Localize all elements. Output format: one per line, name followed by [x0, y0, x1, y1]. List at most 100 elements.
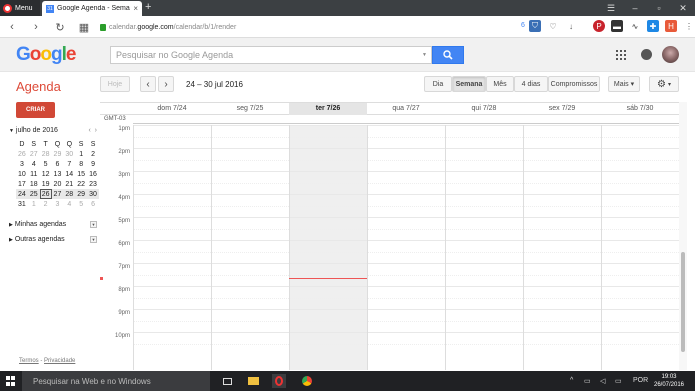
- mini-day[interactable]: 9: [87, 159, 99, 169]
- plus-extension-icon[interactable]: ✚: [647, 20, 659, 32]
- taskbar-search-input[interactable]: Pesquisar na Web e no Windows: [22, 371, 210, 391]
- search-options-icon[interactable]: ▼: [422, 52, 427, 58]
- browser-tab[interactable]: 31 Google Agenda - Semana ×: [42, 1, 142, 16]
- mini-calendar-nav[interactable]: ‹ ›: [88, 127, 97, 134]
- mini-day[interactable]: 4: [63, 199, 75, 209]
- mini-day[interactable]: 30: [87, 189, 99, 199]
- download-icon[interactable]: ↓: [565, 20, 577, 32]
- mini-day[interactable]: 17: [16, 179, 28, 189]
- mini-day[interactable]: 24: [16, 189, 28, 199]
- time-grid[interactable]: 1pm 2pm 3pm 4pm 5pm 6pm 7pm 8pm 9pm 10pm: [100, 125, 679, 370]
- day-header[interactable]: dom 7/24: [133, 103, 211, 115]
- privacy-link[interactable]: Privacidade: [44, 358, 75, 364]
- mini-day[interactable]: 22: [75, 179, 87, 189]
- mini-day[interactable]: 30: [63, 149, 75, 159]
- mini-day[interactable]: 15: [75, 169, 87, 179]
- input-language[interactable]: POR: [633, 377, 648, 384]
- day-header[interactable]: seg 7/25: [211, 103, 289, 115]
- apps-grid-icon[interactable]: [616, 50, 626, 60]
- search-button[interactable]: [432, 46, 464, 64]
- pinterest-icon[interactable]: P: [593, 20, 605, 32]
- mini-day[interactable]: 31: [16, 199, 28, 209]
- mini-day[interactable]: 7: [63, 159, 75, 169]
- create-event-button[interactable]: CRIAR: [16, 102, 55, 118]
- browser-menu-icon[interactable]: ⋮: [683, 20, 695, 32]
- mini-day[interactable]: 2: [40, 199, 52, 209]
- mini-day[interactable]: 23: [87, 179, 99, 189]
- mini-day[interactable]: 5: [75, 199, 87, 209]
- task-view-icon[interactable]: [220, 374, 234, 388]
- mini-day[interactable]: 28: [40, 149, 52, 159]
- scrollbar-thumb[interactable]: [681, 252, 685, 352]
- network-icon[interactable]: ▭: [584, 377, 591, 385]
- terms-link[interactable]: Termos: [19, 358, 39, 364]
- file-explorer-icon[interactable]: [246, 374, 260, 388]
- my-calendars-menu-icon[interactable]: ▼: [90, 221, 97, 228]
- mini-day[interactable]: 25: [27, 189, 40, 199]
- url-field[interactable]: calendar.google.com/calendar/b/1/render: [100, 19, 540, 35]
- mini-day[interactable]: 19: [40, 179, 52, 189]
- mini-day[interactable]: 3: [52, 199, 64, 209]
- mini-day[interactable]: 1: [28, 199, 40, 209]
- more-button[interactable]: Mais ▾: [608, 76, 640, 92]
- calendar-search-input[interactable]: Pesquisar no Google Agenda ▼: [110, 46, 432, 64]
- avatar[interactable]: [662, 46, 679, 63]
- mini-day[interactable]: 4: [28, 159, 40, 169]
- mini-day[interactable]: 29: [52, 149, 64, 159]
- opera-taskbar-icon[interactable]: [272, 374, 286, 388]
- speed-dial-icon[interactable]: ▦: [76, 19, 92, 35]
- pulse-icon[interactable]: ∿: [629, 20, 641, 32]
- mini-day[interactable]: 16: [87, 169, 99, 179]
- minimize-icon[interactable]: –: [623, 0, 647, 16]
- mini-day[interactable]: 13: [52, 169, 64, 179]
- mini-day[interactable]: 21: [63, 179, 75, 189]
- message-icon[interactable]: ▭: [615, 377, 622, 385]
- reload-icon[interactable]: ↻: [52, 19, 68, 35]
- view-week-button[interactable]: Semana: [452, 76, 486, 92]
- mini-day[interactable]: 26: [16, 149, 28, 159]
- day-header[interactable]: sáb 7/30: [601, 103, 679, 115]
- mini-day[interactable]: 29: [75, 189, 88, 199]
- view-agenda-button[interactable]: Compromissos: [548, 76, 600, 92]
- settings-button[interactable]: ⚙ ▾: [649, 76, 679, 92]
- forward-icon[interactable]: ›: [28, 19, 44, 35]
- prev-week-button[interactable]: ‹: [140, 76, 156, 92]
- close-window-icon[interactable]: ✕: [671, 0, 695, 16]
- collapse-triangle-icon[interactable]: ▼: [9, 128, 14, 134]
- mini-day[interactable]: 12: [40, 169, 52, 179]
- mini-day[interactable]: 8: [75, 159, 87, 169]
- day-header[interactable]: qui 7/28: [445, 103, 523, 115]
- tray-chevron-icon[interactable]: ^: [570, 377, 573, 384]
- shield-icon[interactable]: ⛉: [529, 20, 541, 32]
- heart-icon[interactable]: ♡: [547, 20, 559, 32]
- day-header[interactable]: sex 7/29: [523, 103, 601, 115]
- mini-day[interactable]: 6: [52, 159, 64, 169]
- opera-menu-button[interactable]: Menu: [0, 0, 40, 16]
- close-tab-icon[interactable]: ×: [133, 4, 138, 13]
- system-clock[interactable]: 19:03 26/07/2016: [651, 373, 687, 389]
- grid-scrollbar[interactable]: [679, 102, 687, 370]
- mini-day[interactable]: 1: [75, 149, 87, 159]
- mini-day[interactable]: 11: [28, 169, 40, 179]
- mini-day[interactable]: 20: [52, 179, 64, 189]
- mini-day[interactable]: 2: [87, 149, 99, 159]
- back-icon[interactable]: ‹: [4, 19, 20, 35]
- extension-dark-icon[interactable]: ▬: [611, 20, 623, 32]
- google-logo[interactable]: Google: [16, 44, 76, 66]
- easy-setup-icon[interactable]: ☰: [599, 0, 623, 16]
- all-day-row[interactable]: [133, 116, 679, 124]
- view-month-button[interactable]: Mês: [486, 76, 514, 92]
- volume-icon[interactable]: ◁: [600, 377, 605, 385]
- mini-day[interactable]: 26: [39, 189, 52, 199]
- h-extension-icon[interactable]: H: [665, 20, 677, 32]
- day-header[interactable]: qua 7/27: [367, 103, 445, 115]
- new-tab-icon[interactable]: +: [145, 1, 151, 13]
- mini-day[interactable]: 27: [51, 189, 64, 199]
- mini-day[interactable]: 27: [28, 149, 40, 159]
- my-calendars-section[interactable]: ▶ Minhas agendas ▼: [9, 221, 97, 228]
- notifications-icon[interactable]: [641, 49, 652, 60]
- view-4days-button[interactable]: 4 dias: [514, 76, 548, 92]
- mini-day[interactable]: 6: [87, 199, 99, 209]
- chrome-taskbar-icon[interactable]: [300, 374, 314, 388]
- mini-day[interactable]: 10: [16, 169, 28, 179]
